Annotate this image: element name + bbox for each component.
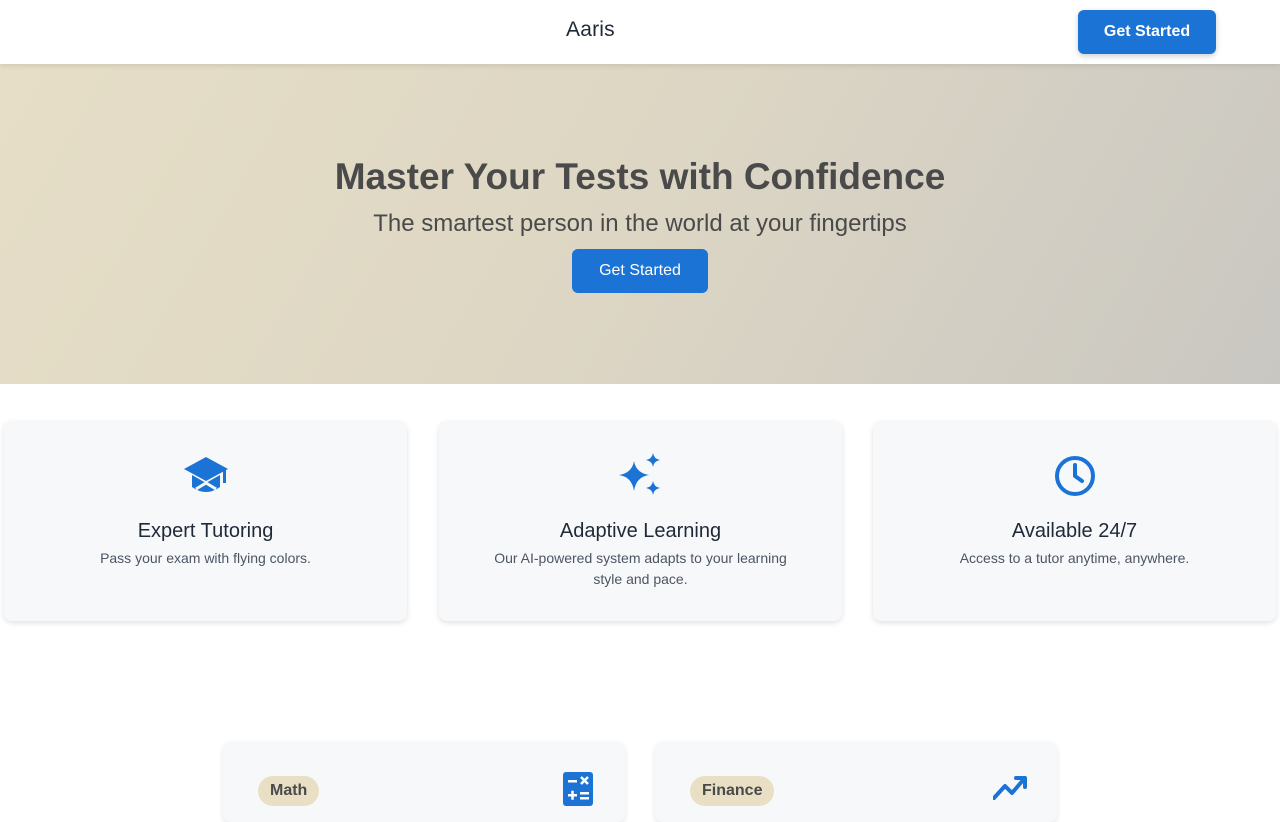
feature-title: Adaptive Learning: [559, 520, 722, 542]
graduation-cap-icon: [183, 457, 228, 492]
subject-card-finance[interactable]: Finance: [655, 742, 1057, 822]
feature-description: Access to a tutor anytime, anywhere.: [959, 550, 1190, 566]
header-get-started-button[interactable]: Get Started: [1078, 10, 1216, 54]
feature-card-available-24-7: Available 24/7 Access to a tutor anytime…: [873, 421, 1276, 621]
feature-title: Expert Tutoring: [137, 520, 274, 542]
feature-card-expert-tutoring: Expert Tutoring Pass your exam with flyi…: [4, 421, 407, 621]
sparkles-icon: [618, 453, 660, 495]
hero-title: Master Your Tests with Confidence: [334, 156, 946, 197]
clock-icon: [1054, 456, 1095, 496]
feature-title: Available 24/7: [1011, 520, 1138, 542]
feature-description: Our AI-powered system adapts to your lea…: [494, 550, 787, 587]
subject-tag: Math: [258, 776, 320, 806]
calculator-icon: [563, 772, 593, 806]
feature-card-adaptive-learning: Adaptive Learning Our AI-powered system …: [439, 421, 842, 621]
feature-description: Pass your exam with flying colors.: [100, 550, 311, 566]
hero-get-started-button[interactable]: Get Started: [572, 249, 708, 293]
trending-up-icon: [993, 776, 1027, 800]
brand-logo-text[interactable]: Aaris: [566, 18, 615, 42]
top-header: Aaris Get Started: [0, 0, 1280, 64]
hero-subtitle: The smartest person in the world at your…: [373, 210, 907, 237]
subject-tag: Finance: [690, 776, 775, 806]
hero-section: Master Your Tests with Confidence The sm…: [0, 64, 1280, 384]
subject-card-math[interactable]: Math: [223, 742, 625, 822]
